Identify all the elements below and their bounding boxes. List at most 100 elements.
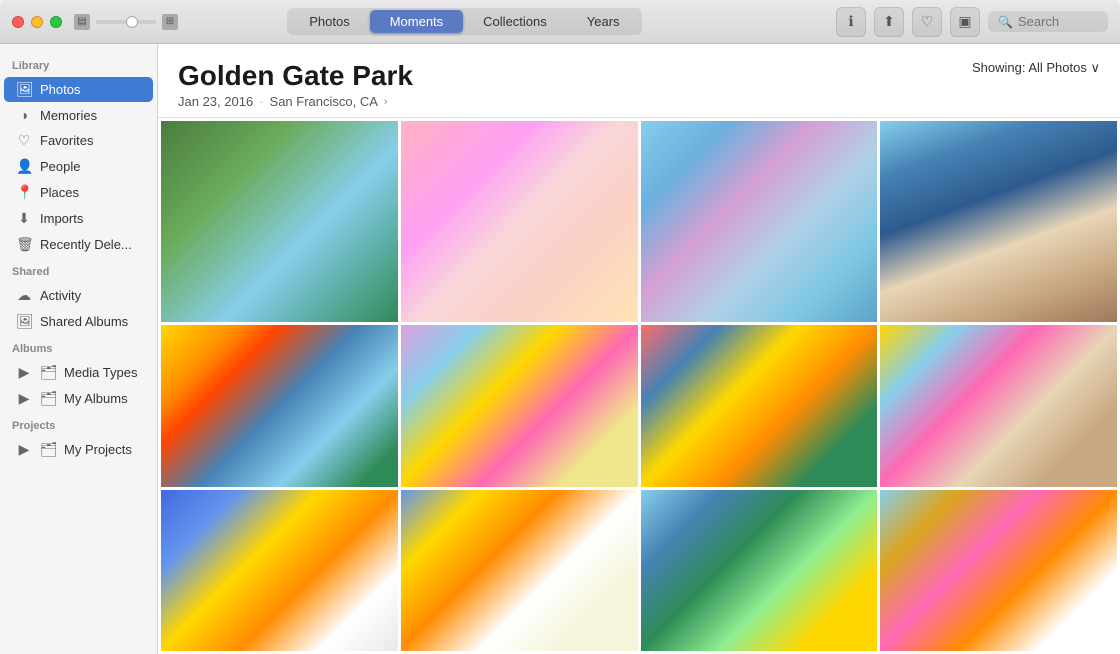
tab-collections[interactable]: Collections <box>463 10 567 33</box>
photo-cell[interactable] <box>641 325 878 486</box>
sidebar-item-imports[interactable]: ⬇ Imports <box>4 206 153 231</box>
sidebar-label-places: Places <box>40 185 79 200</box>
sidebar-item-shared-albums[interactable]: 🖼 Shared Albums <box>4 309 153 334</box>
grid-icon[interactable]: ⊞ <box>162 14 178 30</box>
photo-image <box>641 121 878 322</box>
slideshow-button[interactable]: ▣ <box>950 7 980 37</box>
sidebar-toggle-icon[interactable]: ▤ <box>74 14 90 30</box>
sidebar-label-imports: Imports <box>40 211 83 226</box>
folder3-icon: 🗂 <box>40 441 56 458</box>
search-box[interactable]: 🔍 <box>988 11 1108 32</box>
sidebar-label-memories: Memories <box>40 108 97 123</box>
photo-cell[interactable] <box>880 325 1117 486</box>
photo-cell[interactable] <box>161 490 398 651</box>
search-icon: 🔍 <box>998 15 1013 29</box>
sidebar-item-recently-deleted[interactable]: 🗑 Recently Dele... <box>4 232 153 257</box>
tab-photos[interactable]: Photos <box>289 10 369 33</box>
photo-image <box>641 325 878 486</box>
sidebar-item-people[interactable]: 👤 People <box>4 154 153 179</box>
page-title: Golden Gate Park <box>178 60 413 92</box>
sidebar-label-my-projects: My Projects <box>64 442 132 457</box>
close-button[interactable] <box>12 16 24 28</box>
photo-cell[interactable] <box>401 490 638 651</box>
expand-icon: ▶ <box>16 364 32 381</box>
photo-cell[interactable] <box>161 121 398 322</box>
sidebar-item-favorites[interactable]: ♡ Favorites <box>4 128 153 153</box>
info-button[interactable]: ℹ <box>836 7 866 37</box>
places-icon: 📍 <box>16 184 32 201</box>
favorites-icon: ♡ <box>16 132 32 149</box>
photo-cell[interactable] <box>401 325 638 486</box>
photo-cell[interactable] <box>641 490 878 651</box>
memories-icon: ◑ <box>16 107 32 123</box>
photo-image <box>880 325 1117 486</box>
content-area: Golden Gate Park Jan 23, 2016 · San Fran… <box>158 44 1120 654</box>
sidebar-item-photos[interactable]: 🖼 Photos <box>4 77 153 102</box>
sidebar-label-activity: Activity <box>40 288 81 303</box>
sidebar-item-media-types[interactable]: ▶ 🗂 Media Types <box>4 360 153 385</box>
sidebar-label-my-albums: My Albums <box>64 391 128 406</box>
photo-image <box>161 325 398 486</box>
sidebar-item-activity[interactable]: ☁ Activity <box>4 283 153 308</box>
tab-moments[interactable]: Moments <box>370 10 463 33</box>
folder-icon: 🗂 <box>40 364 56 381</box>
photo-cell[interactable] <box>880 490 1117 651</box>
event-date: Jan 23, 2016 <box>178 94 253 109</box>
photo-grid <box>158 118 1120 654</box>
photos-icon: 🖼 <box>16 81 32 98</box>
main-area: Library 🖼 Photos ◑ Memories ♡ Favorites … <box>0 44 1120 654</box>
shared-albums-icon: 🖼 <box>16 313 32 330</box>
photo-image <box>161 121 398 322</box>
toolbar-icons: ℹ ⬆ ♡ ▣ 🔍 <box>836 7 1108 37</box>
sidebar-section-shared: Shared <box>0 258 157 282</box>
share-button[interactable]: ⬆ <box>874 7 904 37</box>
trash-icon: 🗑 <box>16 236 32 253</box>
sidebar-section-library: Library <box>0 52 157 76</box>
minimize-button[interactable] <box>31 16 43 28</box>
separator: · <box>259 94 263 109</box>
activity-icon: ☁ <box>16 287 32 304</box>
content-subtitle: Jan 23, 2016 · San Francisco, CA › <box>178 94 413 109</box>
tab-group: Photos Moments Collections Years <box>287 8 641 35</box>
maximize-button[interactable] <box>50 16 62 28</box>
photo-cell[interactable] <box>161 325 398 486</box>
titlebar: ▤ ⊞ Photos Moments Collections Years ℹ ⬆… <box>0 0 1120 44</box>
showing-control[interactable]: Showing: All Photos ∨ <box>972 60 1100 76</box>
sidebar-label-people: People <box>40 159 80 174</box>
sidebar-section-albums: Albums <box>0 335 157 359</box>
sidebar-label-media-types: Media Types <box>64 365 137 380</box>
photo-image <box>880 490 1117 651</box>
photo-image <box>401 490 638 651</box>
folder2-icon: 🗂 <box>40 390 56 407</box>
sidebar-item-memories[interactable]: ◑ Memories <box>4 103 153 127</box>
photo-cell[interactable] <box>641 121 878 322</box>
expand3-icon: ▶ <box>16 441 32 458</box>
content-header: Golden Gate Park Jan 23, 2016 · San Fran… <box>158 44 1120 118</box>
zoom-slider[interactable] <box>96 20 156 24</box>
event-location: San Francisco, CA <box>270 94 378 109</box>
sidebar-label-favorites: Favorites <box>40 133 93 148</box>
location-chevron-icon[interactable]: › <box>384 96 388 108</box>
photo-image <box>401 121 638 322</box>
showing-label: Showing: All Photos <box>972 60 1087 75</box>
people-icon: 👤 <box>16 158 32 175</box>
sidebar-label-photos: Photos <box>40 82 80 97</box>
search-input[interactable] <box>1018 14 1098 29</box>
tab-years[interactable]: Years <box>567 10 640 33</box>
showing-chevron-icon: ∨ <box>1090 60 1100 75</box>
photo-image <box>880 121 1117 322</box>
sidebar-section-projects: Projects <box>0 412 157 436</box>
sidebar-item-my-albums[interactable]: ▶ 🗂 My Albums <box>4 386 153 411</box>
photo-image <box>161 490 398 651</box>
favorite-button[interactable]: ♡ <box>912 7 942 37</box>
photo-cell[interactable] <box>880 121 1117 322</box>
imports-icon: ⬇ <box>16 210 32 227</box>
sidebar: Library 🖼 Photos ◑ Memories ♡ Favorites … <box>0 44 158 654</box>
expand2-icon: ▶ <box>16 390 32 407</box>
photo-image <box>401 325 638 486</box>
photo-cell[interactable] <box>401 121 638 322</box>
window-controls: ▤ ⊞ <box>74 14 178 30</box>
sidebar-item-my-projects[interactable]: ▶ 🗂 My Projects <box>4 437 153 462</box>
sidebar-item-places[interactable]: 📍 Places <box>4 180 153 205</box>
photo-image <box>641 490 878 651</box>
